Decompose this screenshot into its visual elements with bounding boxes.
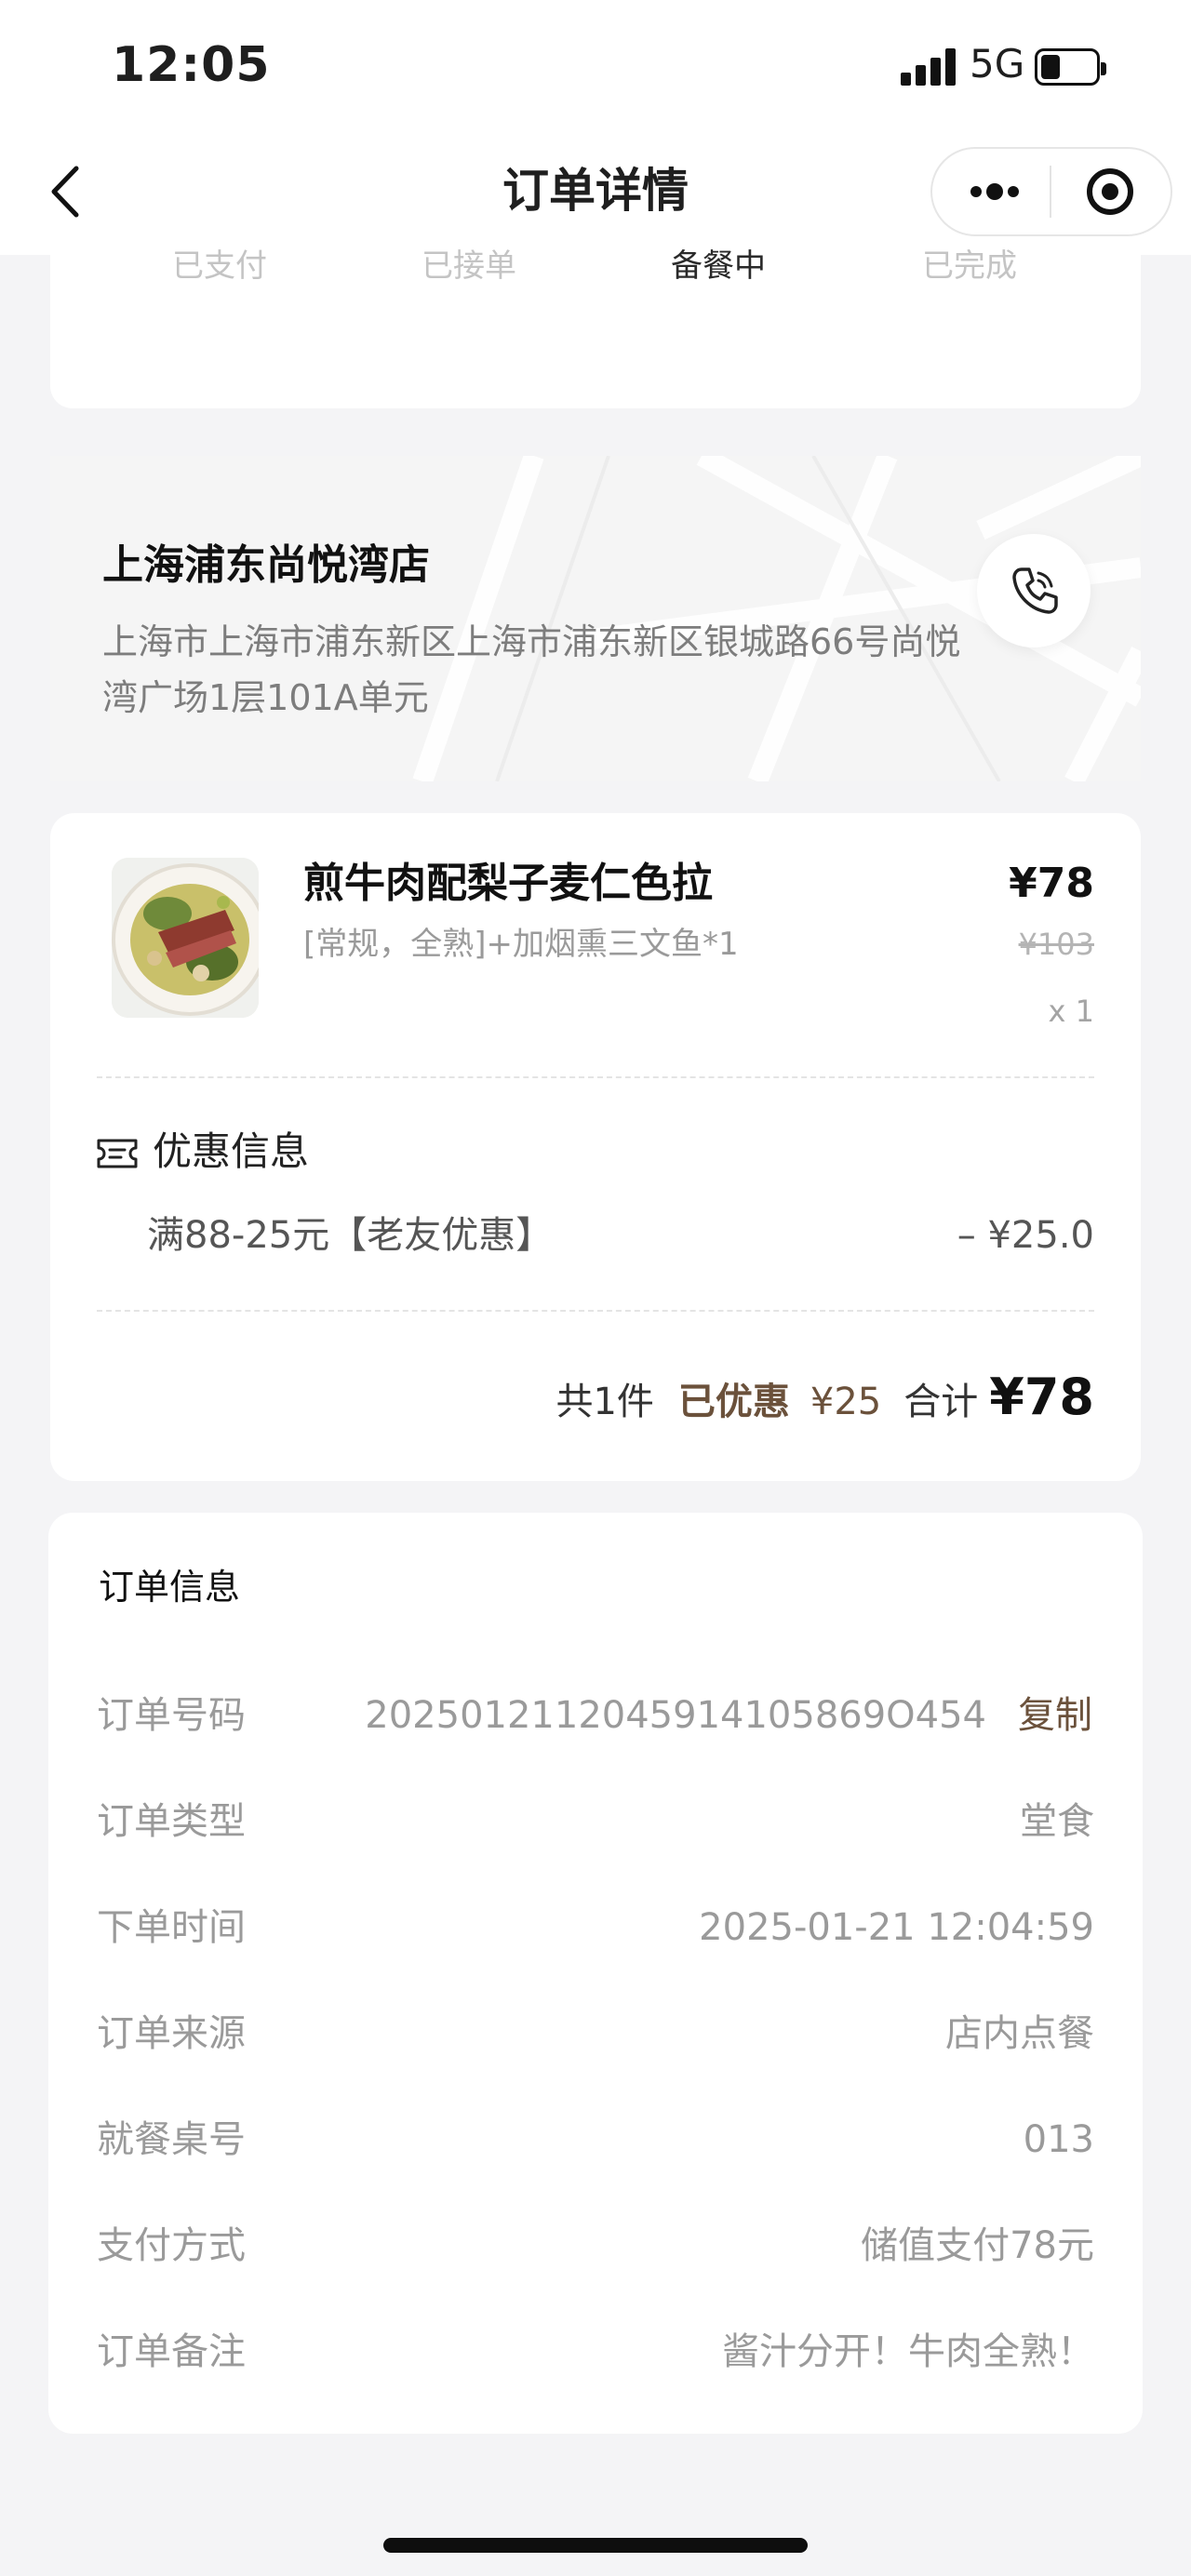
order-type-label: 订单类型 bbox=[97, 1800, 246, 1843]
dish-quantity: x 1 bbox=[1048, 994, 1094, 1029]
copy-button[interactable]: 复制 bbox=[1018, 1688, 1092, 1743]
dish-original-price: ¥103 bbox=[1018, 927, 1094, 962]
store-address: 上海市上海市浦东新区上海市浦东新区银城路66号尚悦湾广场1层101A单元 bbox=[102, 621, 961, 718]
discount-name: 满88-25元【老友优惠】 bbox=[147, 1214, 554, 1257]
table-number-label: 就餐桌号 bbox=[97, 2118, 246, 2161]
saved-amount: ¥25 bbox=[810, 1381, 882, 1423]
dish-price: ¥78 bbox=[1009, 860, 1094, 907]
order-total-row: 共1件 已优惠 ¥25 合计 ¥78 bbox=[409, 1368, 1094, 1433]
store-name: 上海浦东尚悦湾店 bbox=[102, 541, 430, 589]
divider bbox=[97, 1076, 1094, 1078]
order-time-value: 2025-01-21 12:04:59 bbox=[699, 1906, 1094, 1949]
order-source-label: 订单来源 bbox=[97, 2012, 246, 2055]
dish-name: 煎牛肉配梨子麦仁色拉 bbox=[303, 860, 713, 907]
total-label: 合计 bbox=[903, 1381, 979, 1423]
saved-label: 已优惠 bbox=[677, 1381, 790, 1423]
payment-method-value: 储值支付78元 bbox=[861, 2224, 1094, 2267]
phone-icon bbox=[1012, 567, 1058, 614]
more-icon[interactable] bbox=[964, 164, 1025, 220]
table-number-value: 013 bbox=[1023, 2118, 1094, 2161]
status-time: 12:05 bbox=[112, 37, 271, 93]
order-type-value: 堂食 bbox=[1020, 1800, 1094, 1843]
discount-amount: – ¥25.0 bbox=[957, 1214, 1094, 1257]
step-completed: 已完成 bbox=[922, 247, 1017, 285]
signal-icon bbox=[901, 48, 958, 86]
order-info-card bbox=[48, 1513, 1143, 2434]
payment-method-label: 支付方式 bbox=[97, 2224, 246, 2267]
step-paid: 已支付 bbox=[172, 247, 267, 285]
capsule-divider bbox=[1050, 166, 1051, 218]
step-accepted: 已接单 bbox=[422, 247, 516, 285]
network-label: 5G bbox=[970, 41, 1025, 87]
step-preparing: 备餐中 bbox=[671, 247, 766, 285]
close-miniprogram-icon[interactable] bbox=[1079, 164, 1141, 220]
home-indicator[interactable] bbox=[383, 2538, 808, 2553]
coupon-icon bbox=[97, 1139, 138, 1168]
order-note-value: 酱汁分开！牛肉全熟！ bbox=[722, 2330, 1094, 2373]
divider bbox=[97, 1310, 1094, 1312]
dish-spec: [常规，全熟]+加烟熏三文鱼*1 bbox=[303, 926, 739, 963]
order-note-label: 订单备注 bbox=[97, 2330, 246, 2373]
order-time-label: 下单时间 bbox=[97, 1906, 246, 1949]
order-number-value: 2025012112045914105869O454 bbox=[365, 1694, 986, 1737]
battery-icon bbox=[1035, 48, 1106, 86]
total-value: ¥78 bbox=[989, 1368, 1094, 1426]
dish-image bbox=[112, 858, 259, 1018]
item-count: 共1件 bbox=[555, 1381, 654, 1423]
discount-title: 优惠信息 bbox=[153, 1128, 310, 1174]
order-info-title: 订单信息 bbox=[99, 1567, 241, 1608]
order-source-value: 店内点餐 bbox=[945, 2012, 1094, 2055]
